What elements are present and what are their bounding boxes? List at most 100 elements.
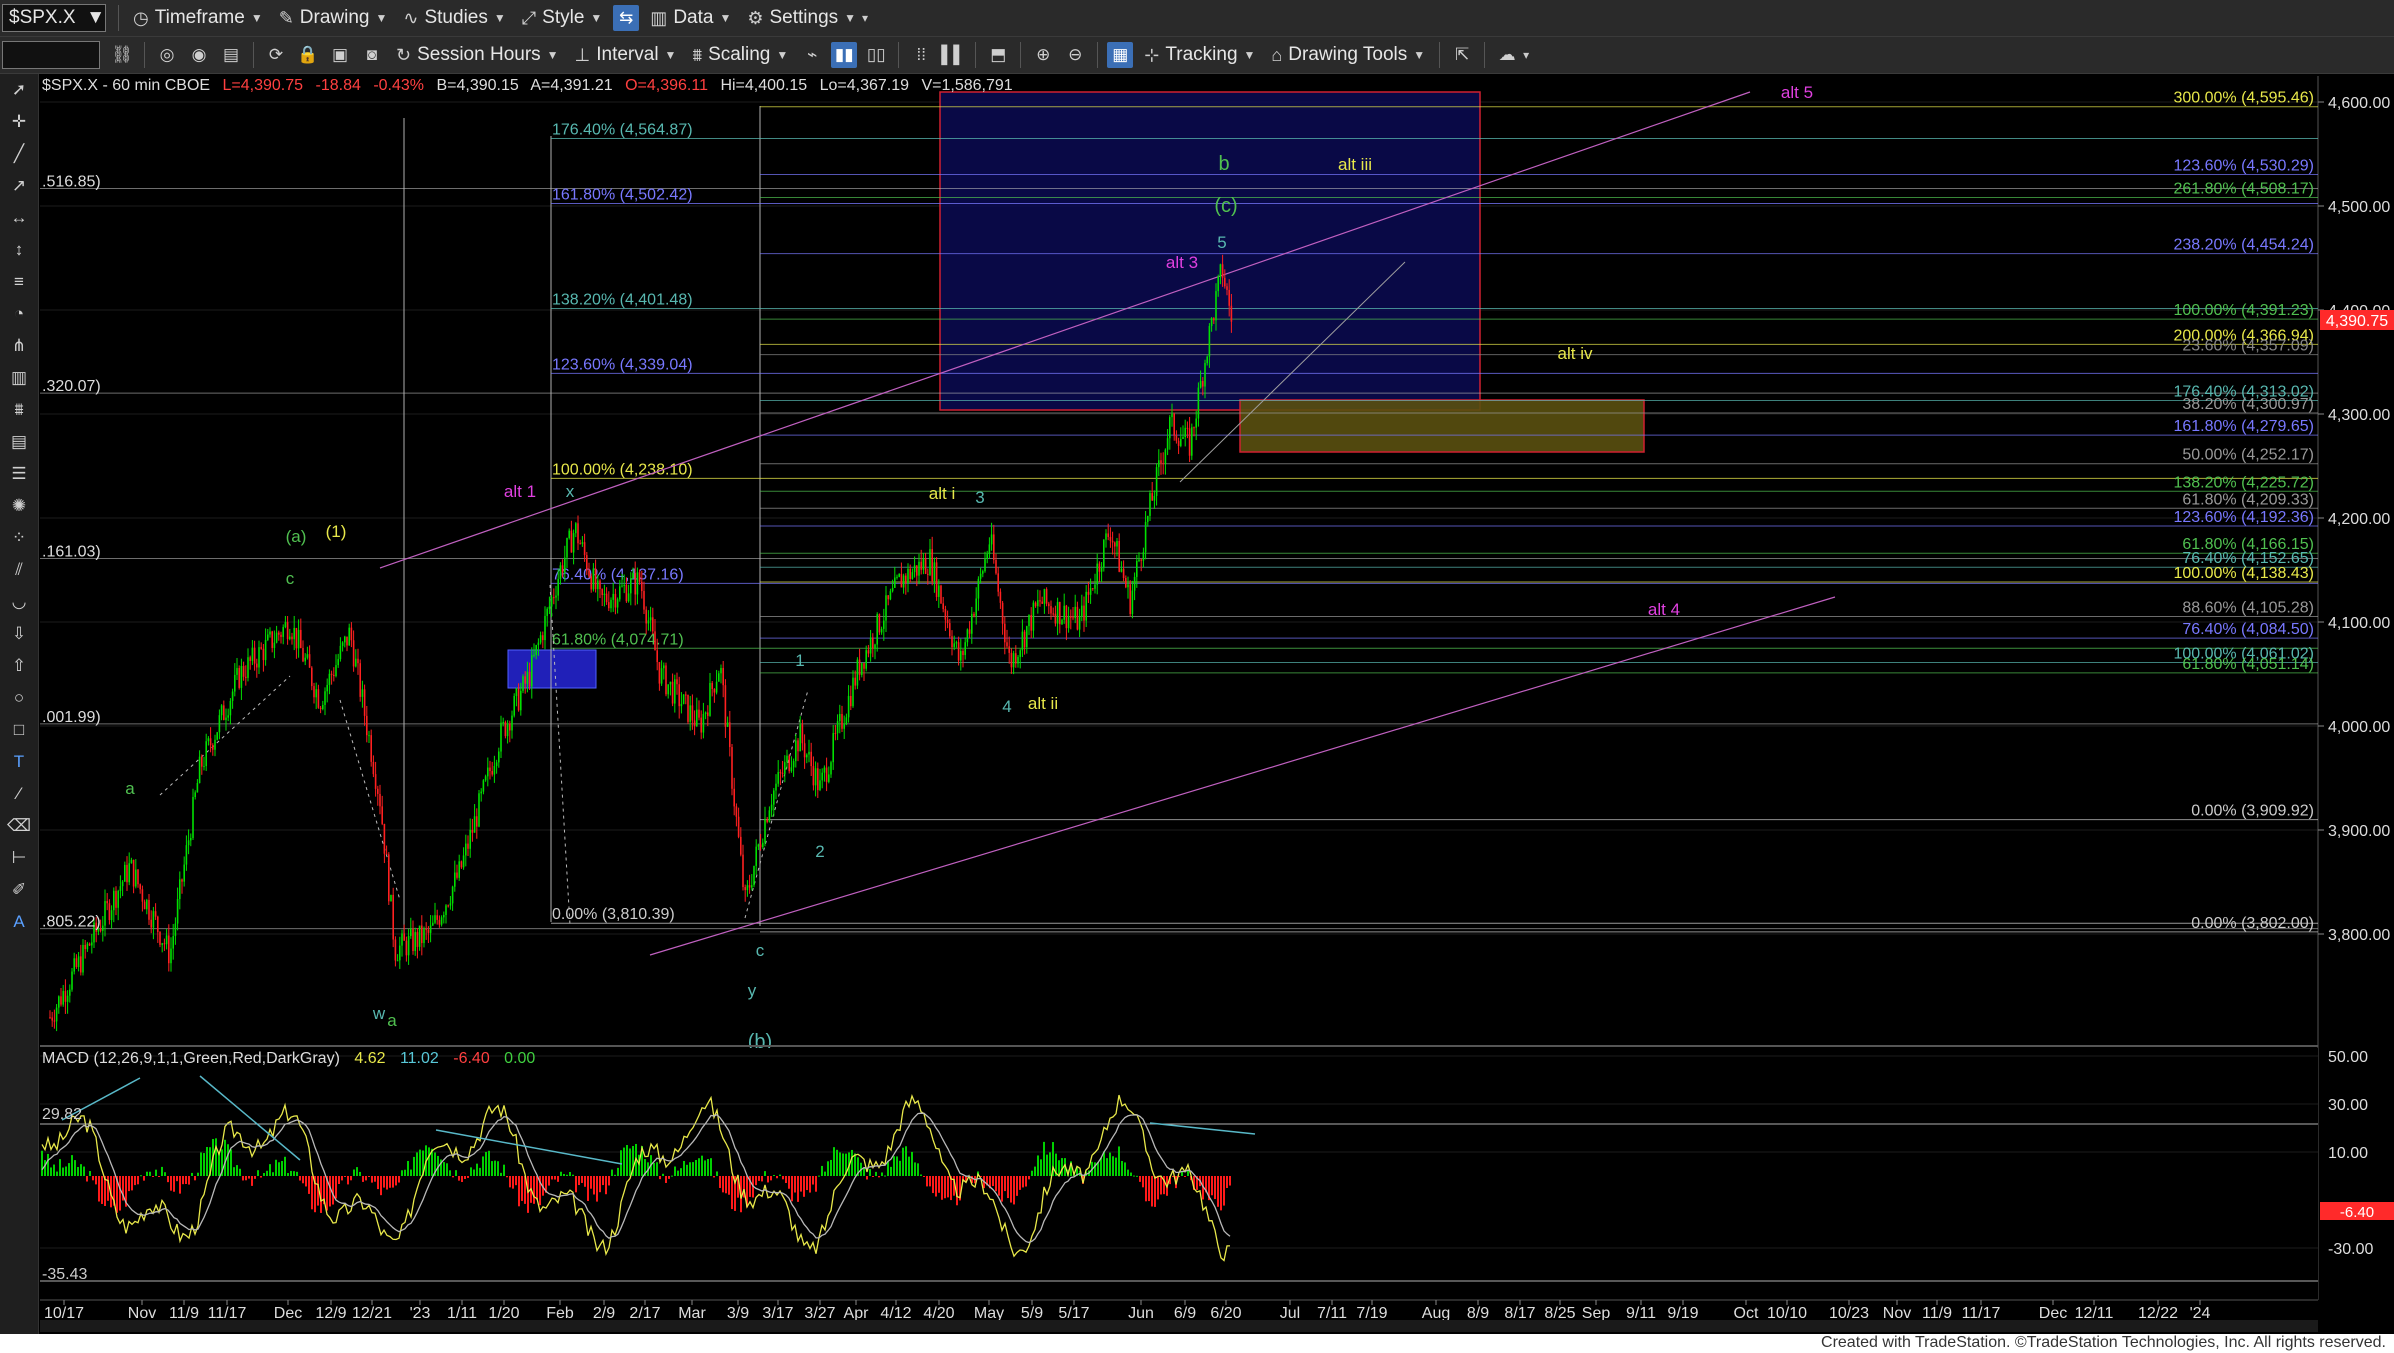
candle-body [498, 751, 500, 763]
macd-bar [677, 1170, 679, 1176]
macd-bar [566, 1174, 568, 1176]
candle-body [621, 585, 623, 587]
macd-bar [413, 1156, 415, 1176]
candle-body [1129, 584, 1131, 614]
candle-body [163, 943, 166, 945]
macd-value: 4.62 [354, 1050, 385, 1067]
candle-body [495, 762, 498, 766]
candle-body [920, 561, 922, 570]
candle-body [1012, 653, 1015, 668]
fib-label: 88.60% (4,105.28) [2182, 600, 2314, 617]
macd-bar [554, 1176, 556, 1180]
candle-body [599, 580, 601, 590]
macd-bar [1229, 1176, 1231, 1186]
wave-label: alt 5 [1781, 83, 1813, 102]
candle-body [1213, 318, 1215, 321]
macd-tick-label: 50.00 [2328, 1049, 2368, 1066]
candle-body [493, 765, 496, 775]
candle-body [1100, 567, 1103, 572]
candle-body [1224, 277, 1226, 287]
macd-bar [257, 1170, 259, 1176]
date-tick-label: 9/19 [1667, 1305, 1698, 1322]
macd-bar [512, 1176, 514, 1189]
macd-bar [311, 1176, 313, 1210]
macd-bar [698, 1158, 700, 1176]
candle-body [315, 689, 317, 698]
macd-bar [485, 1151, 487, 1176]
candle-body [858, 659, 861, 675]
candle-body [1166, 438, 1169, 450]
candle-body [271, 631, 273, 648]
candle-body [1199, 380, 1202, 388]
candle-body [691, 705, 694, 721]
candle-body [687, 694, 689, 722]
macd-bar [878, 1176, 880, 1178]
macd-bar [803, 1176, 805, 1197]
macd-bar [815, 1176, 817, 1192]
candle-body [350, 627, 353, 641]
candle-body [1116, 540, 1118, 547]
candle-body [469, 829, 471, 849]
wave-label: (1) [326, 522, 347, 541]
candle-body [216, 732, 218, 740]
candle-body [220, 705, 223, 716]
date-tick-label: Nov [128, 1305, 156, 1322]
candle-body [1177, 440, 1180, 446]
candle-body [115, 890, 117, 908]
macd-bar [773, 1174, 775, 1176]
macd-bar [1184, 1176, 1186, 1177]
macd-bar [551, 1176, 553, 1180]
candle-body [814, 768, 817, 786]
candle-body [62, 991, 64, 1005]
macd-bar [401, 1170, 403, 1176]
candle-body [748, 885, 751, 888]
candle-body [467, 843, 469, 849]
macd-bar [1034, 1166, 1036, 1176]
candle-body [940, 585, 942, 604]
candle-body [999, 591, 1002, 603]
candle-body [984, 558, 986, 572]
candle-body [203, 766, 205, 768]
macd-bar [725, 1176, 727, 1194]
candle-body [1131, 590, 1134, 614]
bid-price: B=4,390.15 [436, 77, 518, 94]
candle-body [821, 772, 823, 781]
candle-body [1083, 605, 1085, 621]
candle-body [194, 792, 196, 797]
date-tick-label: 7/11 [1317, 1305, 1347, 1322]
last-price-marker-label: 4,390.75 [2326, 313, 2388, 330]
macd-bar [386, 1176, 388, 1190]
price-chart[interactable]: 4,600.004,500.004,400.004,300.004,200.00… [0, 0, 2394, 1334]
candle-body [1050, 606, 1052, 614]
candle-body [396, 960, 399, 962]
candle-body [337, 659, 339, 666]
candle-body [385, 853, 388, 855]
candle-body [53, 1020, 56, 1022]
candle-body [737, 816, 740, 837]
horizontal-scrollbar[interactable] [40, 1320, 2318, 1332]
macd-bar [233, 1167, 235, 1176]
candle-body [471, 829, 474, 833]
macd-bar [455, 1170, 457, 1176]
candle-body [190, 838, 192, 841]
candle-body [330, 673, 333, 675]
candle-body [207, 738, 210, 742]
macd-bar [587, 1176, 589, 1201]
macd-bar [809, 1176, 811, 1193]
date-tick-label: 1/20 [488, 1305, 519, 1322]
candle-body [654, 631, 656, 651]
candle-body [319, 707, 322, 710]
candle-body [234, 674, 236, 692]
macd-bar [941, 1176, 943, 1200]
candle-body [913, 565, 916, 573]
candle-body [335, 665, 337, 677]
macd-bar [572, 1174, 574, 1176]
candle-body [1219, 264, 1222, 277]
macd-bar [80, 1164, 82, 1176]
candle-body [146, 899, 148, 910]
candle-body [174, 923, 177, 937]
candle-body [665, 665, 667, 695]
macd-bar [1106, 1158, 1108, 1176]
candle-body [623, 584, 625, 586]
macd-bar [140, 1175, 142, 1177]
